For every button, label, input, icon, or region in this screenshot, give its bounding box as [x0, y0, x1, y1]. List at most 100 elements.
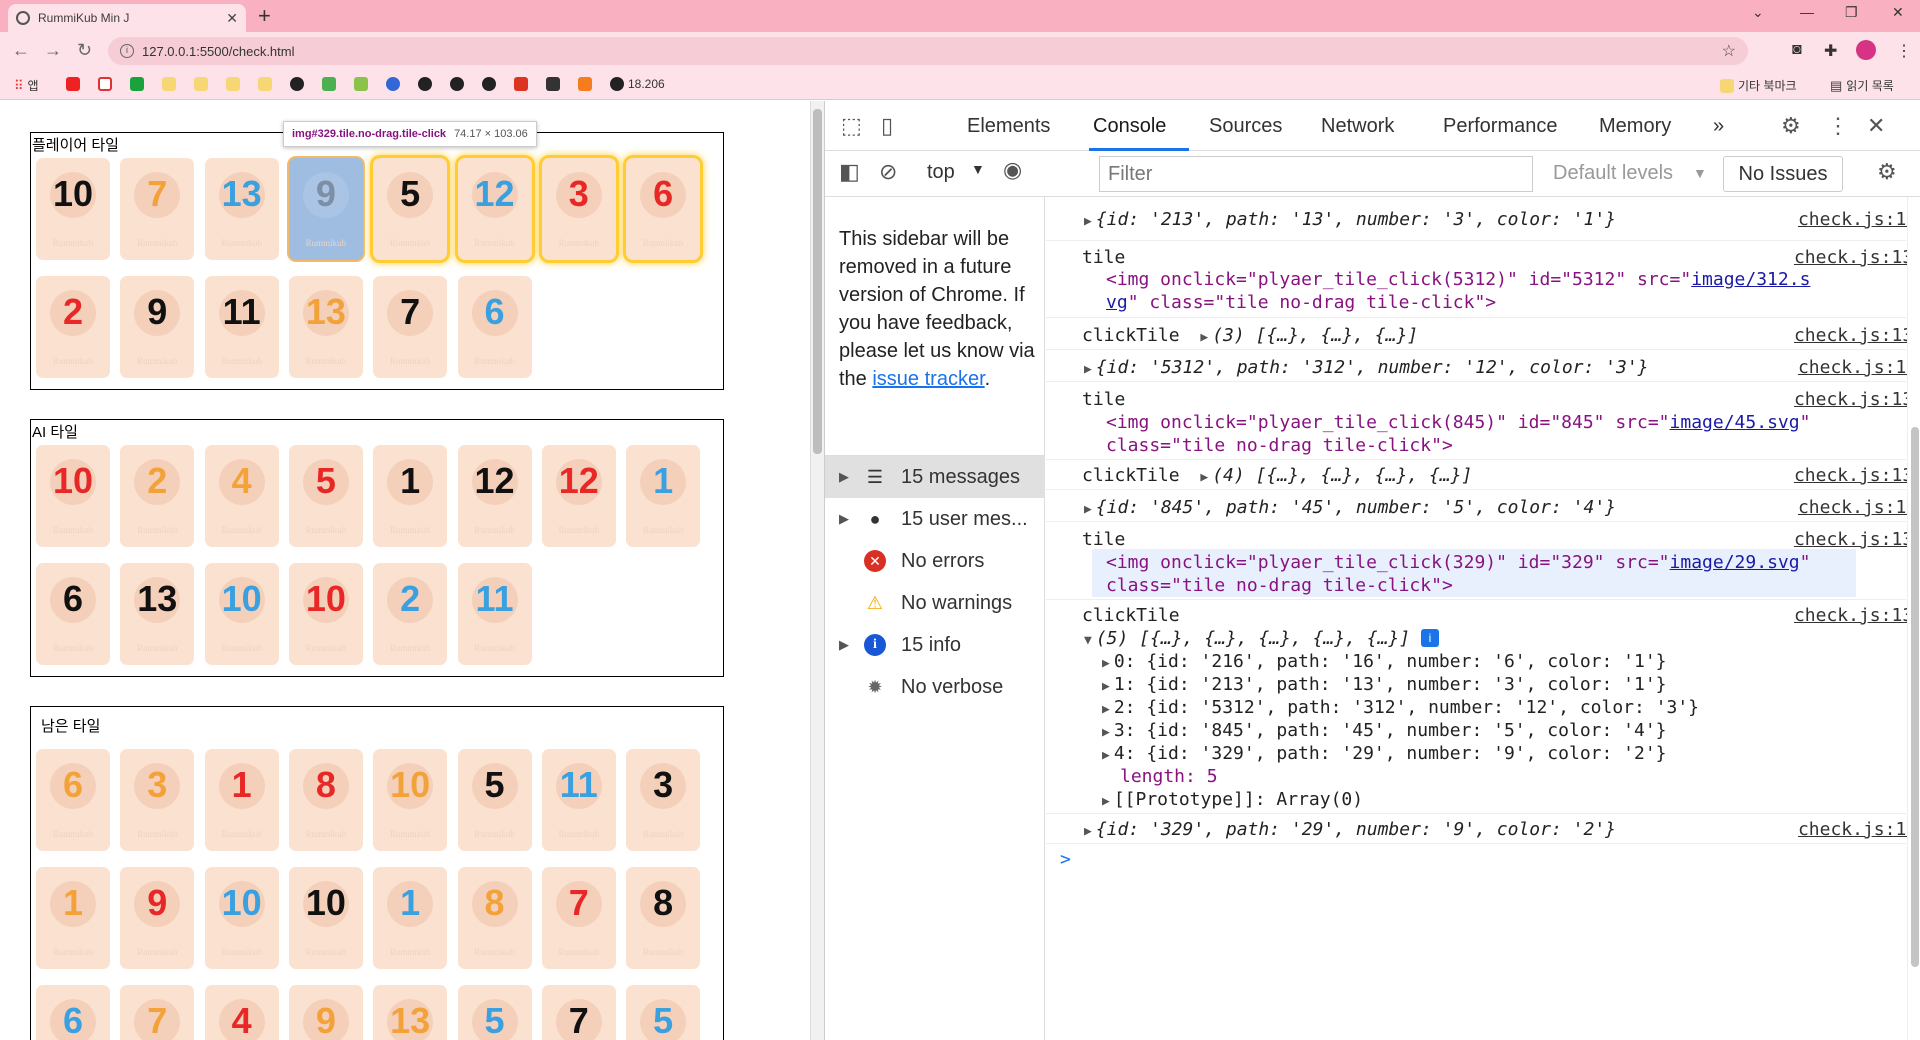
sidebar-item-errors[interactable]: ✕ No errors [825, 540, 1045, 582]
remaining-tile[interactable]: 8 Rummikub [626, 867, 701, 969]
ai-tile[interactable]: 11 Rummikub [457, 563, 532, 665]
close-window-button[interactable]: ✕ [1892, 4, 1904, 21]
source-link[interactable]: check.js:134 [1798, 209, 1920, 230]
remaining-tile[interactable]: 5Rummikub [457, 749, 532, 851]
remaining-tile[interactable]: 9Rummikub [288, 985, 363, 1040]
log-levels-dropdown[interactable]: Default levels [1553, 162, 1673, 185]
remaining-tile[interactable]: 5Rummikub [457, 985, 532, 1040]
remaining-tile[interactable]: 7Rummikub [541, 985, 616, 1040]
orange-bookmark[interactable] [578, 77, 592, 91]
apps-bookmark[interactable]: ⠿ 앱 [14, 77, 39, 94]
camera-icon[interactable]: ◙ [1792, 41, 1802, 59]
ai-tile[interactable]: 12 Rummikub [541, 445, 616, 547]
player-tile[interactable]: 6 Rummikub [457, 276, 532, 378]
source-link[interactable]: check.js:132 [1794, 389, 1920, 410]
array-entry[interactable]: ▶ 3: {id: '845', path: '45', number: '5',… [1102, 720, 1920, 741]
ai-tile[interactable]: 6 Rummikub [36, 563, 110, 665]
array-prototype[interactable]: ▶ [[Prototype]]: Array(0) [1102, 789, 1920, 810]
log-element-link[interactable]: image/45.svg [1670, 412, 1800, 433]
ip-bookmark[interactable]: 18.206 [610, 77, 665, 91]
log-element[interactable]: <img onclick="plyaer_tile_click(845)" id… [1106, 412, 1920, 433]
remaining-tile[interactable]: 5Rummikub [626, 985, 701, 1040]
sidebar-item-warnings[interactable]: ⚠ No warnings [825, 582, 1045, 624]
back-icon[interactable]: ← [12, 40, 30, 61]
folder-bookmark-4[interactable] [258, 77, 272, 91]
new-tab-button[interactable]: + [258, 3, 271, 29]
check-bookmark[interactable] [546, 77, 560, 91]
log-element[interactable]: class="tile no-drag tile-click"> [1106, 575, 1920, 596]
remaining-tile[interactable]: 8 Rummikub [457, 867, 532, 969]
tab-memory[interactable]: Memory [1599, 115, 1671, 138]
console-prompt[interactable]: > [1060, 849, 1071, 870]
more-tabs-icon[interactable]: » [1713, 115, 1724, 138]
remaining-tile[interactable]: 8 Rummikub [288, 749, 363, 851]
remaining-tile[interactable]: 3 Rummikub [120, 749, 195, 851]
page-scroll-thumb[interactable] [813, 109, 822, 454]
remaining-tile[interactable]: 3 Rummikub [626, 749, 701, 851]
profile-avatar[interactable] [1856, 40, 1876, 60]
remaining-tile[interactable]: 13Rummikub [373, 985, 448, 1040]
expand-arrow-icon[interactable]: ▶ [839, 469, 861, 485]
remaining-tile[interactable]: 10 Rummikub [373, 749, 448, 851]
ai-tile[interactable]: 10 Rummikub [204, 563, 279, 665]
log-element[interactable]: <img onclick="plyaer_tile_click(5312)" i… [1106, 269, 1920, 290]
collapse-arrow-icon[interactable]: ▼ [1084, 633, 1092, 648]
expand-arrow-icon[interactable]: ▶ [1084, 362, 1092, 377]
player-tile[interactable]: 7 Rummikub [120, 158, 195, 260]
ai-tile[interactable]: 2 Rummikub [373, 563, 448, 665]
array-entry[interactable]: ▶ 0: {id: '216', path: '16', number: '6',… [1102, 651, 1920, 672]
source-link[interactable]: check.js:132 [1794, 247, 1920, 268]
source-link[interactable]: check.js:134 [1798, 497, 1920, 518]
tab-performance[interactable]: Performance [1443, 115, 1558, 138]
issue-tracker-link[interactable]: issue tracker [872, 368, 984, 390]
sidebar-item-verbose[interactable]: ✹ No verbose [825, 666, 1045, 708]
log-element-link[interactable]: vg [1106, 292, 1128, 313]
ai-tile[interactable]: 4 Rummikub [204, 445, 279, 547]
player-tile[interactable]: 2 Rummikub [36, 276, 110, 378]
remaining-tile[interactable]: 10 Rummikub [288, 867, 363, 969]
context-dropdown-icon[interactable]: ▼ [971, 161, 985, 177]
expand-arrow-icon[interactable]: ▶ [1102, 725, 1110, 740]
log-element[interactable]: class="tile no-drag tile-click"> [1106, 435, 1920, 456]
remaining-tile[interactable]: 9Rummikub [120, 867, 195, 969]
remaining-tile[interactable]: 11 Rummikub [541, 749, 616, 851]
expand-arrow-icon[interactable]: ▶ [839, 511, 861, 527]
clear-console-icon[interactable]: ⊘ [879, 159, 897, 185]
console-scrollbar[interactable] [1907, 197, 1920, 1040]
remaining-tile[interactable]: 7Rummikub [541, 867, 616, 969]
player-tile[interactable]: 9 Rummikub [288, 158, 363, 260]
expand-arrow-icon[interactable]: ▶ [1200, 330, 1208, 345]
devtools-menu-icon[interactable]: ⋮ [1827, 113, 1849, 139]
ai-tile[interactable]: 5 Rummikub [288, 445, 363, 547]
folder-bookmark-1[interactable] [162, 77, 176, 91]
expand-arrow-icon[interactable]: ▶ [839, 637, 861, 653]
ai-tile[interactable]: 12 Rummikub [457, 445, 532, 547]
settings-gear-icon[interactable]: ⚙ [1781, 113, 1801, 139]
console-scroll-thumb[interactable] [1911, 427, 1919, 967]
array-entry[interactable]: ▶ 4: {id: '329', path: '29', number: '9',… [1102, 743, 1920, 764]
console-message[interactable]: ▶ {id: '213', path: '13', number: '3', co… [1084, 209, 1920, 230]
log-element[interactable]: vg" class="tile no-drag tile-click"> [1106, 292, 1920, 313]
expand-arrow-icon[interactable]: ▶ [1084, 824, 1092, 839]
remaining-tile[interactable]: 1 Rummikub [36, 867, 110, 969]
sidebar-item-info[interactable]: ▶ i 15 info [825, 624, 1045, 666]
ai-tile[interactable]: 2 Rummikub [120, 445, 195, 547]
sidebar-toggle-icon[interactable]: ◧ [839, 159, 860, 185]
remaining-tile[interactable]: 6Rummikub [36, 985, 110, 1040]
tab-console[interactable]: Console [1093, 115, 1166, 138]
player-tile[interactable]: 5 Rummikub [373, 158, 448, 260]
player-tile[interactable]: 10 Rummikub [36, 158, 110, 260]
expand-arrow-icon[interactable]: ▶ [1102, 702, 1110, 717]
expand-arrow-icon[interactable]: ▶ [1102, 679, 1110, 694]
device-toolbar-icon[interactable]: ▯ [881, 113, 893, 139]
tab-elements[interactable]: Elements [967, 115, 1050, 138]
levels-dropdown-icon[interactable]: ▼ [1693, 165, 1707, 181]
extensions-icon[interactable]: ✚ [1824, 41, 1837, 61]
ai-tile[interactable]: 1 Rummikub [373, 445, 448, 547]
console-message[interactable]: ▶ {id: '845', path: '45', number: '5', co… [1084, 497, 1920, 518]
player-tile[interactable]: 11 Rummikub [204, 276, 279, 378]
remaining-tile[interactable]: 10 Rummikub [204, 867, 279, 969]
ai-tile[interactable]: 10 Rummikub [36, 445, 110, 547]
player-tile[interactable]: 3 Rummikub [541, 158, 616, 260]
remaining-tile[interactable]: 7Rummikub [120, 985, 195, 1040]
